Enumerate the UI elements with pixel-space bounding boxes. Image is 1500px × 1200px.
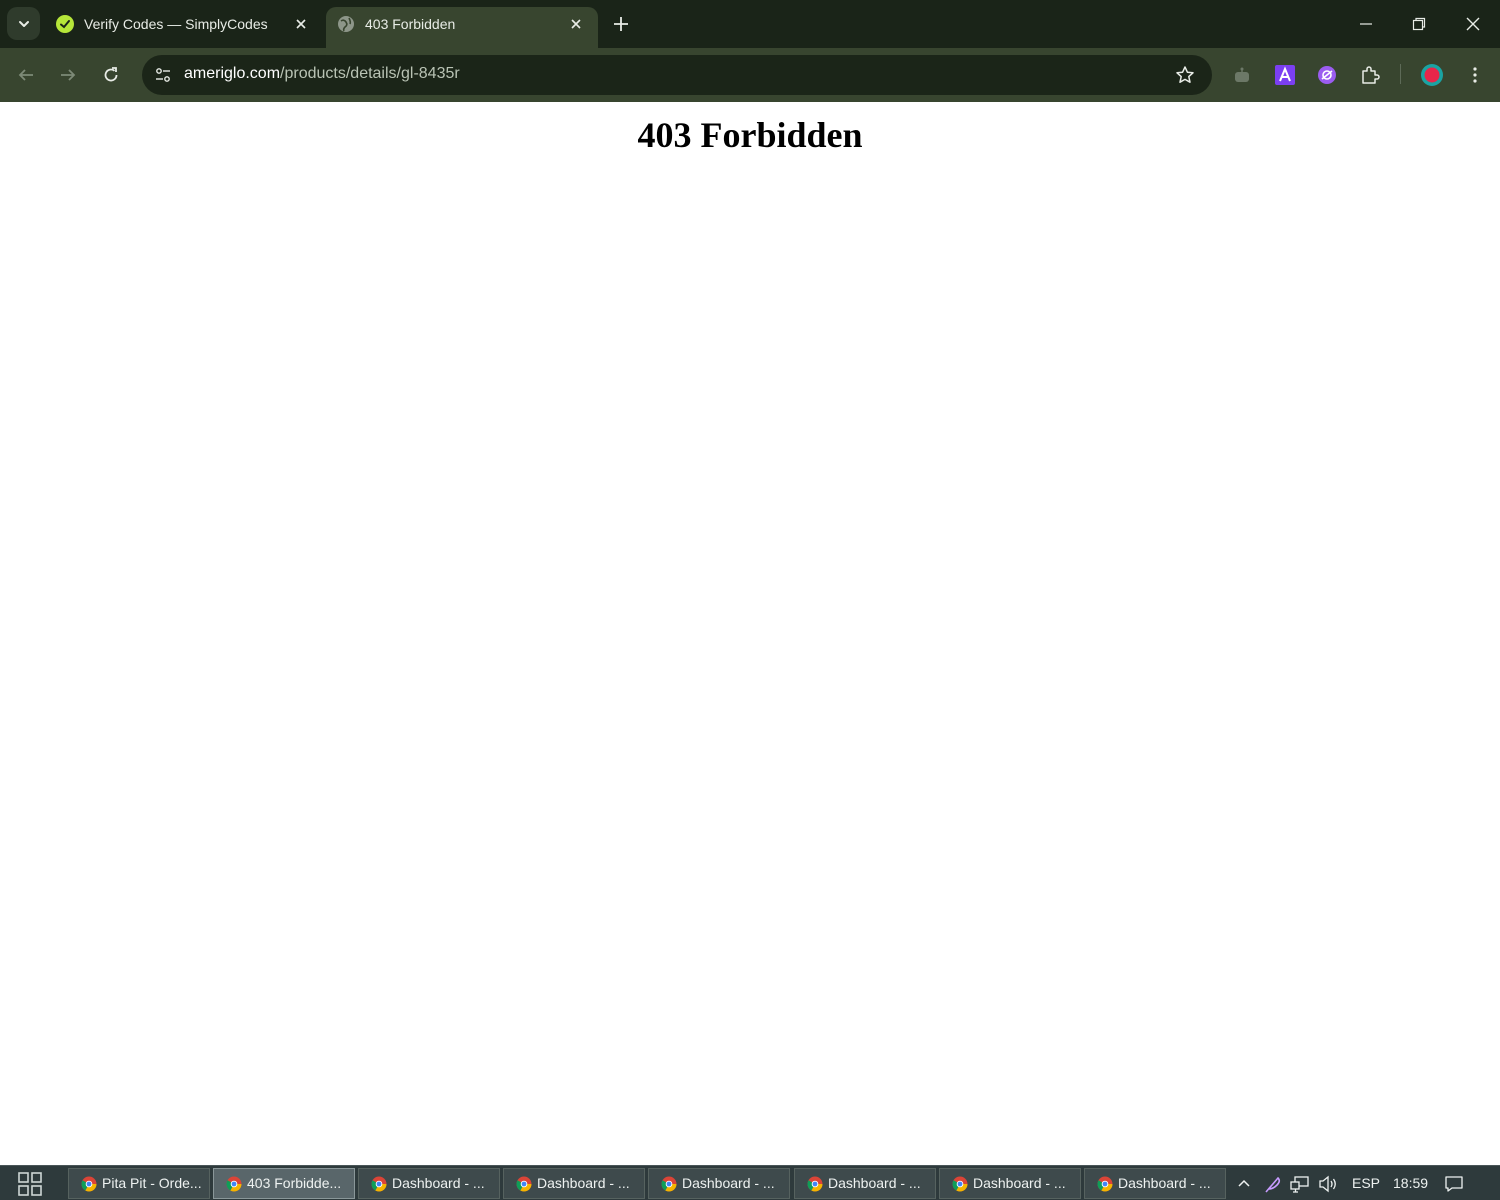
taskbar-item-label: 403 Forbidde...	[247, 1175, 342, 1191]
chrome-icon	[371, 1176, 387, 1192]
url-host: ameriglo.com	[184, 65, 281, 82]
chrome-icon	[661, 1176, 677, 1192]
taskbar-item[interactable]: Dashboard - ...	[794, 1168, 936, 1199]
taskbar-item-label: Dashboard - ...	[973, 1175, 1066, 1191]
tab-title: 403 Forbidden	[365, 16, 456, 32]
taskbar-item[interactable]: 403 Forbidde...	[213, 1168, 355, 1199]
taskbar-item[interactable]: Dashboard - ...	[503, 1168, 645, 1199]
page-content: 403 Forbidden	[0, 102, 1500, 1165]
close-tab-icon[interactable]	[566, 14, 586, 34]
bookmark-star-icon[interactable]	[1174, 64, 1196, 86]
chrome-icon	[226, 1176, 242, 1192]
windows-taskbar: Pita Pit - Orde... 403 Forbidde... Dashb…	[0, 1165, 1500, 1200]
site-settings-icon[interactable]	[151, 63, 175, 87]
chevron-up-icon[interactable]	[1234, 1174, 1254, 1194]
taskbar-item-label: Pita Pit - Orde...	[102, 1175, 202, 1191]
start-grid-icon[interactable]	[16, 1172, 44, 1196]
taskbar-item[interactable]: Dashboard - ...	[358, 1168, 500, 1199]
back-arrow-icon[interactable]	[14, 63, 38, 87]
tab-verify-codes[interactable]: Verify Codes — SimplyCodes	[45, 7, 323, 48]
simplycodes-check-icon	[56, 15, 74, 33]
taskbar-item-label: Dashboard - ...	[682, 1175, 775, 1191]
tab-strip: Verify Codes — SimplyCodes 403 Forbidden	[0, 0, 1500, 48]
url-text[interactable]: ameriglo.com/products/details/gl-8435r	[184, 65, 460, 83]
chrome-icon	[952, 1176, 968, 1192]
tab-403-forbidden[interactable]: 403 Forbidden	[326, 7, 598, 48]
taskbar-item-label: Dashboard - ...	[392, 1175, 485, 1191]
purple-extension-icon[interactable]	[1314, 62, 1340, 88]
taskbar-item-label: Dashboard - ...	[828, 1175, 921, 1191]
robot-extension-icon[interactable]	[1229, 62, 1255, 88]
feather-icon[interactable]	[1263, 1174, 1283, 1194]
tab-search-button[interactable]	[7, 7, 40, 40]
browser-toolbar: ameriglo.com/products/details/gl-8435r	[0, 48, 1500, 102]
profile-avatar[interactable]	[1419, 62, 1445, 88]
taskbar-item[interactable]: Dashboard - ...	[939, 1168, 1081, 1199]
reload-icon[interactable]	[99, 63, 123, 87]
input-language[interactable]: ESP	[1352, 1175, 1380, 1191]
toolbar-divider	[1400, 64, 1401, 84]
taskbar-item[interactable]: Dashboard - ...	[1084, 1168, 1226, 1199]
chrome-icon	[516, 1176, 532, 1192]
minimize-icon[interactable]	[1354, 12, 1378, 36]
chevron-down-icon	[18, 20, 29, 27]
taskbar-item[interactable]: Pita Pit - Orde...	[68, 1168, 210, 1199]
globe-icon	[338, 16, 354, 32]
clock-time[interactable]: 18:59	[1393, 1175, 1428, 1191]
url-path: /products/details/gl-8435r	[280, 65, 460, 82]
page-heading: 403 Forbidden	[637, 115, 863, 155]
close-window-icon[interactable]	[1461, 12, 1485, 36]
taskbar-item[interactable]: Dashboard - ...	[648, 1168, 790, 1199]
taskbar-item-label: Dashboard - ...	[1118, 1175, 1211, 1191]
address-bar[interactable]: ameriglo.com/products/details/gl-8435r	[142, 55, 1212, 95]
chrome-icon	[1097, 1176, 1113, 1192]
forward-arrow-icon[interactable]	[56, 63, 80, 87]
close-tab-icon[interactable]	[291, 14, 311, 34]
chrome-icon	[807, 1176, 823, 1192]
taskbar-item-label: Dashboard - ...	[537, 1175, 630, 1191]
new-tab-plus-icon[interactable]	[611, 14, 631, 34]
tab-title: Verify Codes — SimplyCodes	[84, 16, 268, 32]
a-extension-icon[interactable]	[1272, 62, 1298, 88]
notification-center-icon[interactable]	[1444, 1174, 1464, 1194]
puzzle-extensions-icon[interactable]	[1357, 62, 1383, 88]
restore-icon[interactable]	[1407, 12, 1431, 36]
speaker-volume-icon[interactable]	[1318, 1174, 1338, 1194]
browser-menu-icon[interactable]	[1462, 62, 1488, 88]
network-icon[interactable]	[1290, 1174, 1310, 1194]
chrome-icon	[81, 1176, 97, 1192]
